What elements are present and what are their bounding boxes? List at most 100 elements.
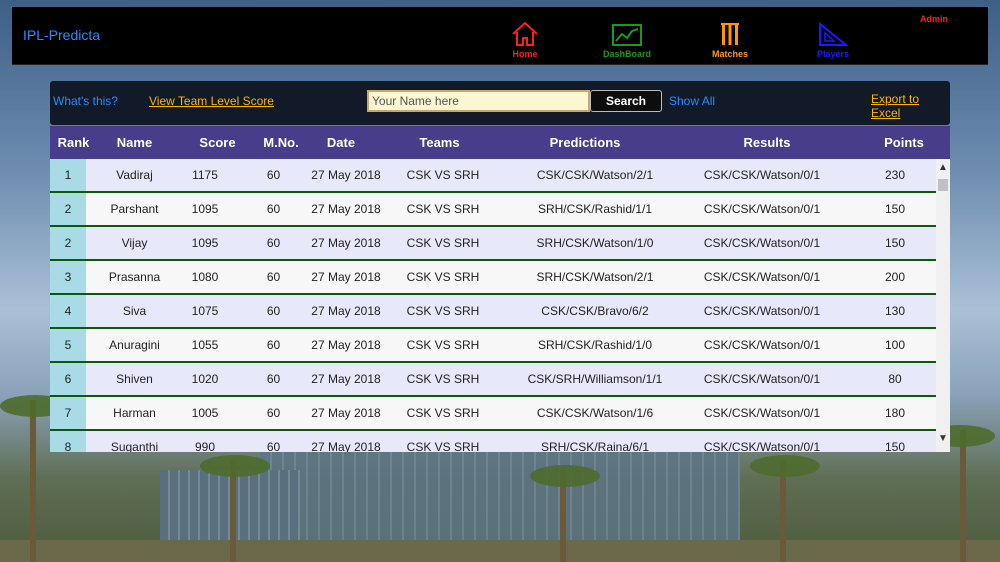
- leaderboard-table: Rank Name Score M.No. Date Teams Predict…: [50, 126, 950, 452]
- chart-icon: [612, 24, 642, 46]
- header-teams[interactable]: Teams: [393, 135, 486, 150]
- cell-name: Suganthi: [110, 440, 159, 452]
- cell-score: 1005: [191, 406, 219, 420]
- cell-rank: 8: [50, 431, 86, 452]
- table-row[interactable]: 8 Suganthi 990 60 27 May 2018 CSK VS SRH SRH/C…: [50, 431, 936, 452]
- cell-points: 130: [884, 304, 906, 318]
- cell-rank: 4: [50, 295, 86, 327]
- nav-dashboard[interactable]: DashBoard: [592, 21, 662, 59]
- cell-rank: 2: [50, 227, 86, 259]
- header-score[interactable]: Score: [180, 135, 255, 150]
- cell-score: 1095: [191, 236, 219, 250]
- cell-name: Parshant: [110, 202, 159, 216]
- cell-teams: CSK VS SRH: [406, 372, 480, 386]
- cell-result: CSK/CSK/Watson/0/1: [703, 168, 821, 182]
- cell-name: Vijay: [121, 236, 148, 250]
- cell-prediction: CSK/CSK/Bravo/6/2: [541, 304, 649, 318]
- cell-name: Prasanna: [108, 270, 161, 284]
- cell-match-no: 60: [266, 406, 281, 420]
- cell-date: 27 May 2018: [311, 270, 381, 284]
- admin-link[interactable]: Admin: [920, 14, 948, 24]
- cell-result: CSK/CSK/Watson/0/1: [703, 406, 821, 420]
- cell-match-no: 60: [266, 338, 281, 352]
- cell-points: 230: [884, 168, 906, 182]
- whats-this-link[interactable]: What's this?: [53, 94, 118, 108]
- header-name[interactable]: Name: [97, 135, 172, 150]
- nav-home-label: Home: [512, 49, 538, 59]
- cell-score: 1075: [191, 304, 219, 318]
- scroll-down-arrow-icon[interactable]: ▼: [936, 432, 950, 446]
- cell-points: 200: [884, 270, 906, 284]
- show-all-link[interactable]: Show All: [669, 94, 715, 108]
- cell-prediction: SRH/CSK/Raina/6/1: [540, 440, 650, 452]
- header-rank[interactable]: Rank: [50, 135, 97, 150]
- table-row[interactable]: 5 Anuragini 1055 60 27 May 2018 CSK VS SRH SRH…: [50, 329, 936, 363]
- cell-rank: 6: [50, 363, 86, 395]
- cell-name: Siva: [122, 304, 147, 318]
- search-toolbar: What's this? View Team Level Score Searc…: [50, 81, 950, 125]
- cell-prediction: SRH/CSK/Rashid/1/1: [537, 202, 653, 216]
- cell-name: Shiven: [116, 372, 153, 386]
- cell-name: Anuragini: [109, 338, 160, 352]
- nav-home[interactable]: Home: [490, 21, 560, 59]
- cell-score: 990: [194, 440, 216, 452]
- view-team-score-link[interactable]: View Team Level Score: [149, 94, 274, 108]
- cell-date: 27 May 2018: [311, 304, 381, 318]
- cell-score: 1080: [191, 270, 219, 284]
- table-row[interactable]: 2 Parshant 1095 60 27 May 2018 CSK VS SRH SRH/…: [50, 193, 936, 227]
- cell-teams: CSK VS SRH: [406, 270, 480, 284]
- cell-teams: CSK VS SRH: [406, 168, 480, 182]
- table-row[interactable]: 2 Vijay 1095 60 27 May 2018 CSK VS SRH SRH/CSK…: [50, 227, 936, 261]
- cell-name: Vadiraj: [116, 168, 153, 182]
- table-row[interactable]: 4 Siva 1075 60 27 May 2018 CSK VS SRH CSK/CSK/…: [50, 295, 936, 329]
- nav-players[interactable]: Players: [798, 21, 868, 59]
- brand-title[interactable]: IPL-Predicta: [23, 27, 100, 43]
- header-predictions[interactable]: Predictions: [525, 135, 645, 150]
- scroll-up-arrow-icon[interactable]: ▲: [936, 161, 950, 175]
- cell-points: 150: [884, 236, 906, 250]
- cell-date: 27 May 2018: [311, 202, 381, 216]
- search-button[interactable]: Search: [590, 90, 662, 112]
- cell-rank: 1: [50, 159, 86, 191]
- palm-tree: [30, 400, 36, 562]
- cell-result: CSK/CSK/Watson/0/1: [703, 304, 821, 318]
- table-row[interactable]: 7 Harman 1005 60 27 May 2018 CSK VS SRH CSK/CS…: [50, 397, 936, 431]
- table-header: Rank Name Score M.No. Date Teams Predict…: [50, 126, 950, 159]
- cell-name: Harman: [113, 406, 156, 420]
- cell-result: CSK/CSK/Watson/0/1: [703, 338, 821, 352]
- background-ground: [0, 540, 1000, 562]
- cell-prediction: SRH/CSK/Watson/1/0: [536, 236, 654, 250]
- palm-frond: [200, 455, 270, 477]
- cell-points: 100: [884, 338, 906, 352]
- cell-prediction: CSK/CSK/Watson/2/1: [536, 168, 654, 182]
- table-row[interactable]: 1 Vadiraj 1175 60 27 May 2018 CSK VS SRH CSK/C…: [50, 159, 936, 193]
- cell-teams: CSK VS SRH: [406, 202, 480, 216]
- scroll-thumb[interactable]: [938, 179, 948, 191]
- cell-teams: CSK VS SRH: [406, 304, 480, 318]
- header-date[interactable]: Date: [296, 135, 386, 150]
- cell-points: 180: [884, 406, 906, 420]
- export-excel-link[interactable]: Export to Excel: [871, 92, 950, 120]
- nav-players-label: Players: [816, 49, 850, 59]
- table-row[interactable]: 3 Prasanna 1080 60 27 May 2018 CSK VS SRH SRH/…: [50, 261, 936, 295]
- cell-match-no: 60: [266, 270, 281, 284]
- cell-prediction: SRH/CSK/Rashid/1/0: [537, 338, 653, 352]
- cell-match-no: 60: [266, 304, 281, 318]
- nav-matches[interactable]: Matches: [695, 21, 765, 59]
- cell-match-no: 60: [266, 372, 281, 386]
- cell-prediction: CSK/CSK/Watson/1/6: [536, 406, 654, 420]
- table-scrollbar[interactable]: ▲ ▼: [936, 159, 950, 452]
- cell-teams: CSK VS SRH: [406, 406, 480, 420]
- cell-date: 27 May 2018: [311, 236, 381, 250]
- cell-date: 27 May 2018: [311, 440, 381, 452]
- cell-score: 1020: [191, 372, 219, 386]
- cell-date: 27 May 2018: [311, 168, 381, 182]
- cell-teams: CSK VS SRH: [406, 440, 480, 452]
- name-search-input[interactable]: [367, 90, 590, 112]
- header-points[interactable]: Points: [870, 135, 938, 150]
- header-results[interactable]: Results: [707, 135, 827, 150]
- cell-score: 1055: [191, 338, 219, 352]
- set-square-icon: [819, 21, 849, 46]
- table-row[interactable]: 6 Shiven 1020 60 27 May 2018 CSK VS SRH CSK/SR…: [50, 363, 936, 397]
- cell-date: 27 May 2018: [311, 406, 381, 420]
